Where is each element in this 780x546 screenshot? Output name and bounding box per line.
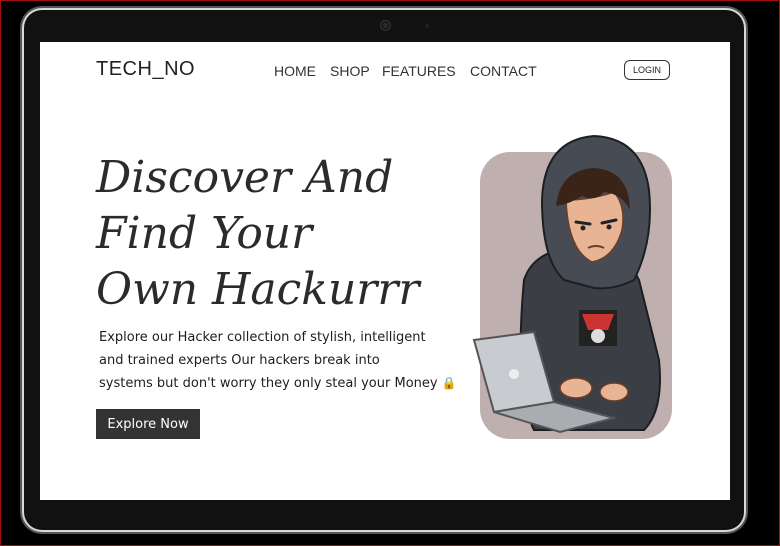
hacker-boy-laptop-illustration — [472, 134, 661, 434]
device-bottom-button-2 — [420, 530, 458, 534]
hero-headline: Discover And Find Your Own Hackurrr — [96, 150, 419, 318]
login-button[interactable]: LOGIN — [624, 60, 670, 80]
headline-line-2: Find Your — [96, 208, 313, 259]
description-line-1: Explore our Hacker collection of stylish… — [99, 330, 426, 345]
hero-description: Explore our Hacker collection of stylish… — [99, 326, 469, 395]
description-line-3: systems but don't worry they only steal … — [99, 376, 457, 391]
description-line-2: and trained experts Our hackers break in… — [99, 353, 380, 368]
sensor-dot — [425, 24, 429, 28]
nav-home[interactable]: HOME — [274, 63, 316, 79]
explore-now-button[interactable]: Explore Now — [96, 409, 200, 439]
device-bottom-button-1 — [314, 530, 352, 534]
lock-icon: 🔒 — [441, 376, 457, 390]
headline-line-3: Own Hackurrr — [96, 264, 420, 315]
website-screen: TECH_NO HOME SHOP FEATURES CONTACT LOGIN… — [40, 42, 730, 500]
nav-contact[interactable]: CONTACT — [470, 63, 537, 79]
headline-line-1: Discover And — [96, 152, 394, 203]
nav-shop[interactable]: SHOP — [330, 63, 370, 79]
site-logo[interactable]: TECH_NO — [96, 58, 195, 81]
camera-icon — [381, 21, 390, 30]
nav-features[interactable]: FEATURES — [382, 63, 456, 79]
